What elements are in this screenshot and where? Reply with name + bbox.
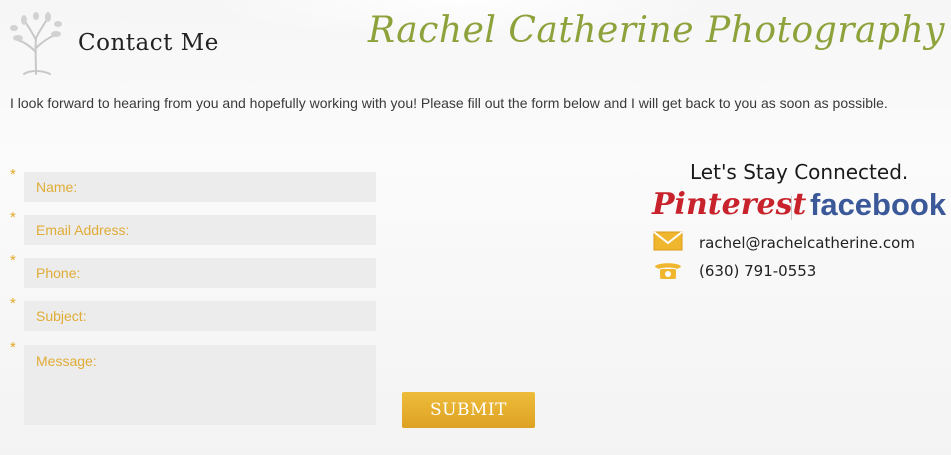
submit-button[interactable]: SUBMIT — [402, 392, 535, 428]
required-marker: * — [10, 252, 16, 269]
name-row: * — [10, 166, 380, 206]
pinterest-link[interactable]: Pinterest — [652, 187, 806, 222]
intro-text: I look forward to hearing from you and h… — [10, 95, 888, 111]
tree-logo-icon — [10, 12, 62, 75]
social-divider — [791, 196, 792, 220]
subject-row: * — [10, 295, 380, 335]
contact-phone: (630) 791-0553 — [699, 262, 817, 280]
phone-icon — [655, 263, 681, 279]
contact-email[interactable]: rachel@rachelcatherine.com — [699, 234, 915, 252]
name-field[interactable] — [24, 172, 376, 202]
page-title: Contact Me — [78, 30, 219, 56]
phone-field[interactable] — [24, 258, 376, 288]
email-field[interactable] — [24, 215, 376, 245]
connect-heading: Let's Stay Connected. — [690, 160, 909, 184]
required-marker: * — [10, 209, 16, 226]
mail-icon — [653, 231, 683, 251]
email-row: * — [10, 209, 380, 249]
phone-row: * — [10, 252, 380, 292]
brand-logo-text: Rachel Catherine Photography — [367, 10, 945, 51]
message-field[interactable] — [24, 345, 376, 425]
message-row: * — [10, 339, 380, 429]
facebook-link[interactable]: facebook — [810, 187, 946, 223]
subject-field[interactable] — [24, 301, 376, 331]
required-marker: * — [10, 295, 16, 312]
required-marker: * — [10, 339, 16, 356]
required-marker: * — [10, 166, 16, 183]
